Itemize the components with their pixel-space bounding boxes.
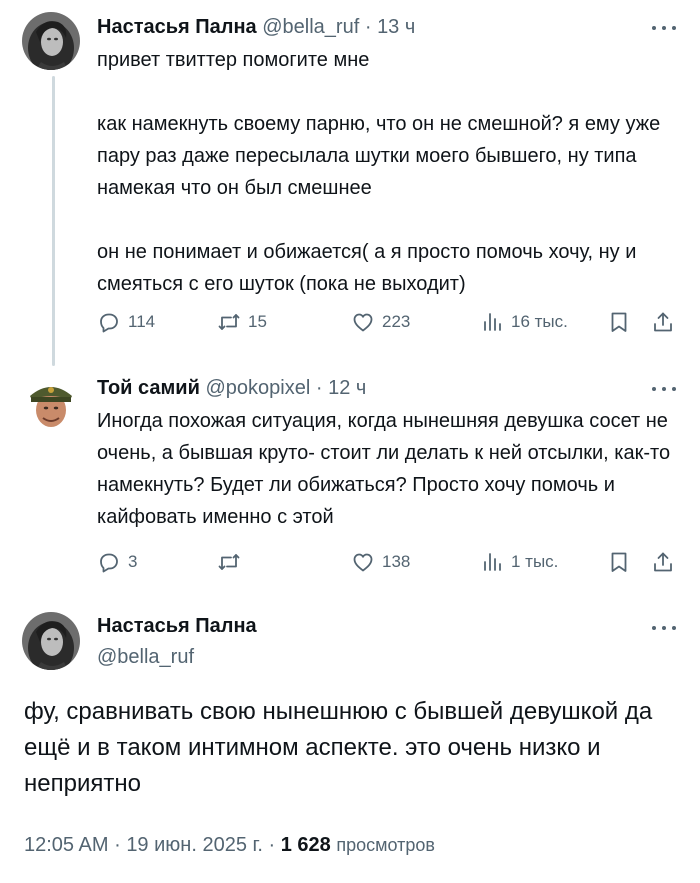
tweet-text: привет твиттер помогите мне как намекнут… (97, 49, 661, 295)
share-icon (654, 312, 672, 332)
views-label: просмотров (336, 835, 435, 855)
tweet-date[interactable]: 19 июн. 2025 г. (126, 834, 263, 856)
author-name[interactable]: Настасья Пална (97, 615, 257, 638)
share-button[interactable] (651, 547, 675, 577)
bookmark-icon (611, 552, 627, 572)
author-handle[interactable]: @bella_ruf (262, 16, 359, 38)
more-icon[interactable] (652, 622, 676, 634)
tweet-text: фу, сравнивать свою нынешнюю с бывшей де… (24, 698, 653, 797)
avatar-bella[interactable] (22, 612, 80, 670)
tweet-meta: 12:05 AM · 19 июн. 2025 г. · 1 628 просм… (24, 834, 435, 857)
repost-button[interactable]: 15 (217, 307, 267, 337)
separator: · (364, 16, 372, 38)
tweet-time[interactable]: 12:05 AM (24, 834, 109, 856)
share-icon (654, 552, 672, 572)
tweet-time[interactable]: 13 ч (377, 16, 415, 38)
repost-button[interactable] (217, 547, 248, 577)
separator: · (315, 377, 323, 399)
views-count: 1 628 (280, 834, 331, 856)
views-count: 1 тыс. (511, 552, 559, 571)
heart-icon (353, 553, 373, 572)
author-handle[interactable]: @pokopixel (205, 377, 310, 399)
avatar-pokopixel[interactable] (22, 374, 80, 432)
like-count: 223 (382, 312, 411, 331)
thread-line (52, 76, 55, 366)
more-icon[interactable] (652, 22, 676, 34)
reply-count: 114 (128, 312, 156, 331)
tweet-time[interactable]: 12 ч (328, 377, 366, 399)
repost-count: 15 (248, 312, 267, 331)
bookmark-button[interactable] (607, 307, 631, 337)
more-icon[interactable] (652, 383, 676, 395)
separator: · (268, 834, 276, 856)
separator: · (114, 834, 121, 856)
views-button[interactable]: 16 тыс. (480, 307, 568, 337)
like-count: 138 (382, 552, 411, 571)
reply-icon (100, 553, 118, 573)
heart-icon (353, 313, 373, 332)
share-button[interactable] (651, 307, 675, 337)
author-handle[interactable]: @bella_ruf (97, 646, 194, 669)
avatar-bella[interactable] (22, 12, 80, 70)
bookmark-button[interactable] (607, 547, 631, 577)
tweet-text: Иногда похожая ситуация, когда нынешняя … (97, 410, 671, 528)
repost-icon (218, 314, 240, 330)
author-name[interactable]: Той самий (97, 377, 200, 399)
tweet-actions: 114 15 223 16 тыс. (97, 307, 680, 337)
reply-count: 3 (128, 552, 138, 571)
like-button[interactable]: 223 (351, 307, 410, 337)
tweet-header: Настасья Пална @bella_ruf · 13 ч (97, 16, 415, 39)
reply-button[interactable]: 114 (97, 307, 155, 337)
views-button[interactable]: 1 тыс. (480, 547, 558, 577)
tweet-actions: 3 138 1 тыс. (97, 547, 680, 577)
views-icon (484, 553, 501, 571)
tweet-header: Той самий @pokopixel · 12 ч (97, 377, 366, 400)
repost-icon (218, 554, 240, 570)
views-count: 16 тыс. (511, 312, 568, 331)
reply-button[interactable]: 3 (97, 547, 137, 577)
views-icon (484, 313, 501, 331)
author-name[interactable]: Настасья Пална (97, 16, 257, 38)
bookmark-icon (611, 312, 627, 332)
reply-icon (100, 313, 118, 333)
like-button[interactable]: 138 (351, 547, 410, 577)
